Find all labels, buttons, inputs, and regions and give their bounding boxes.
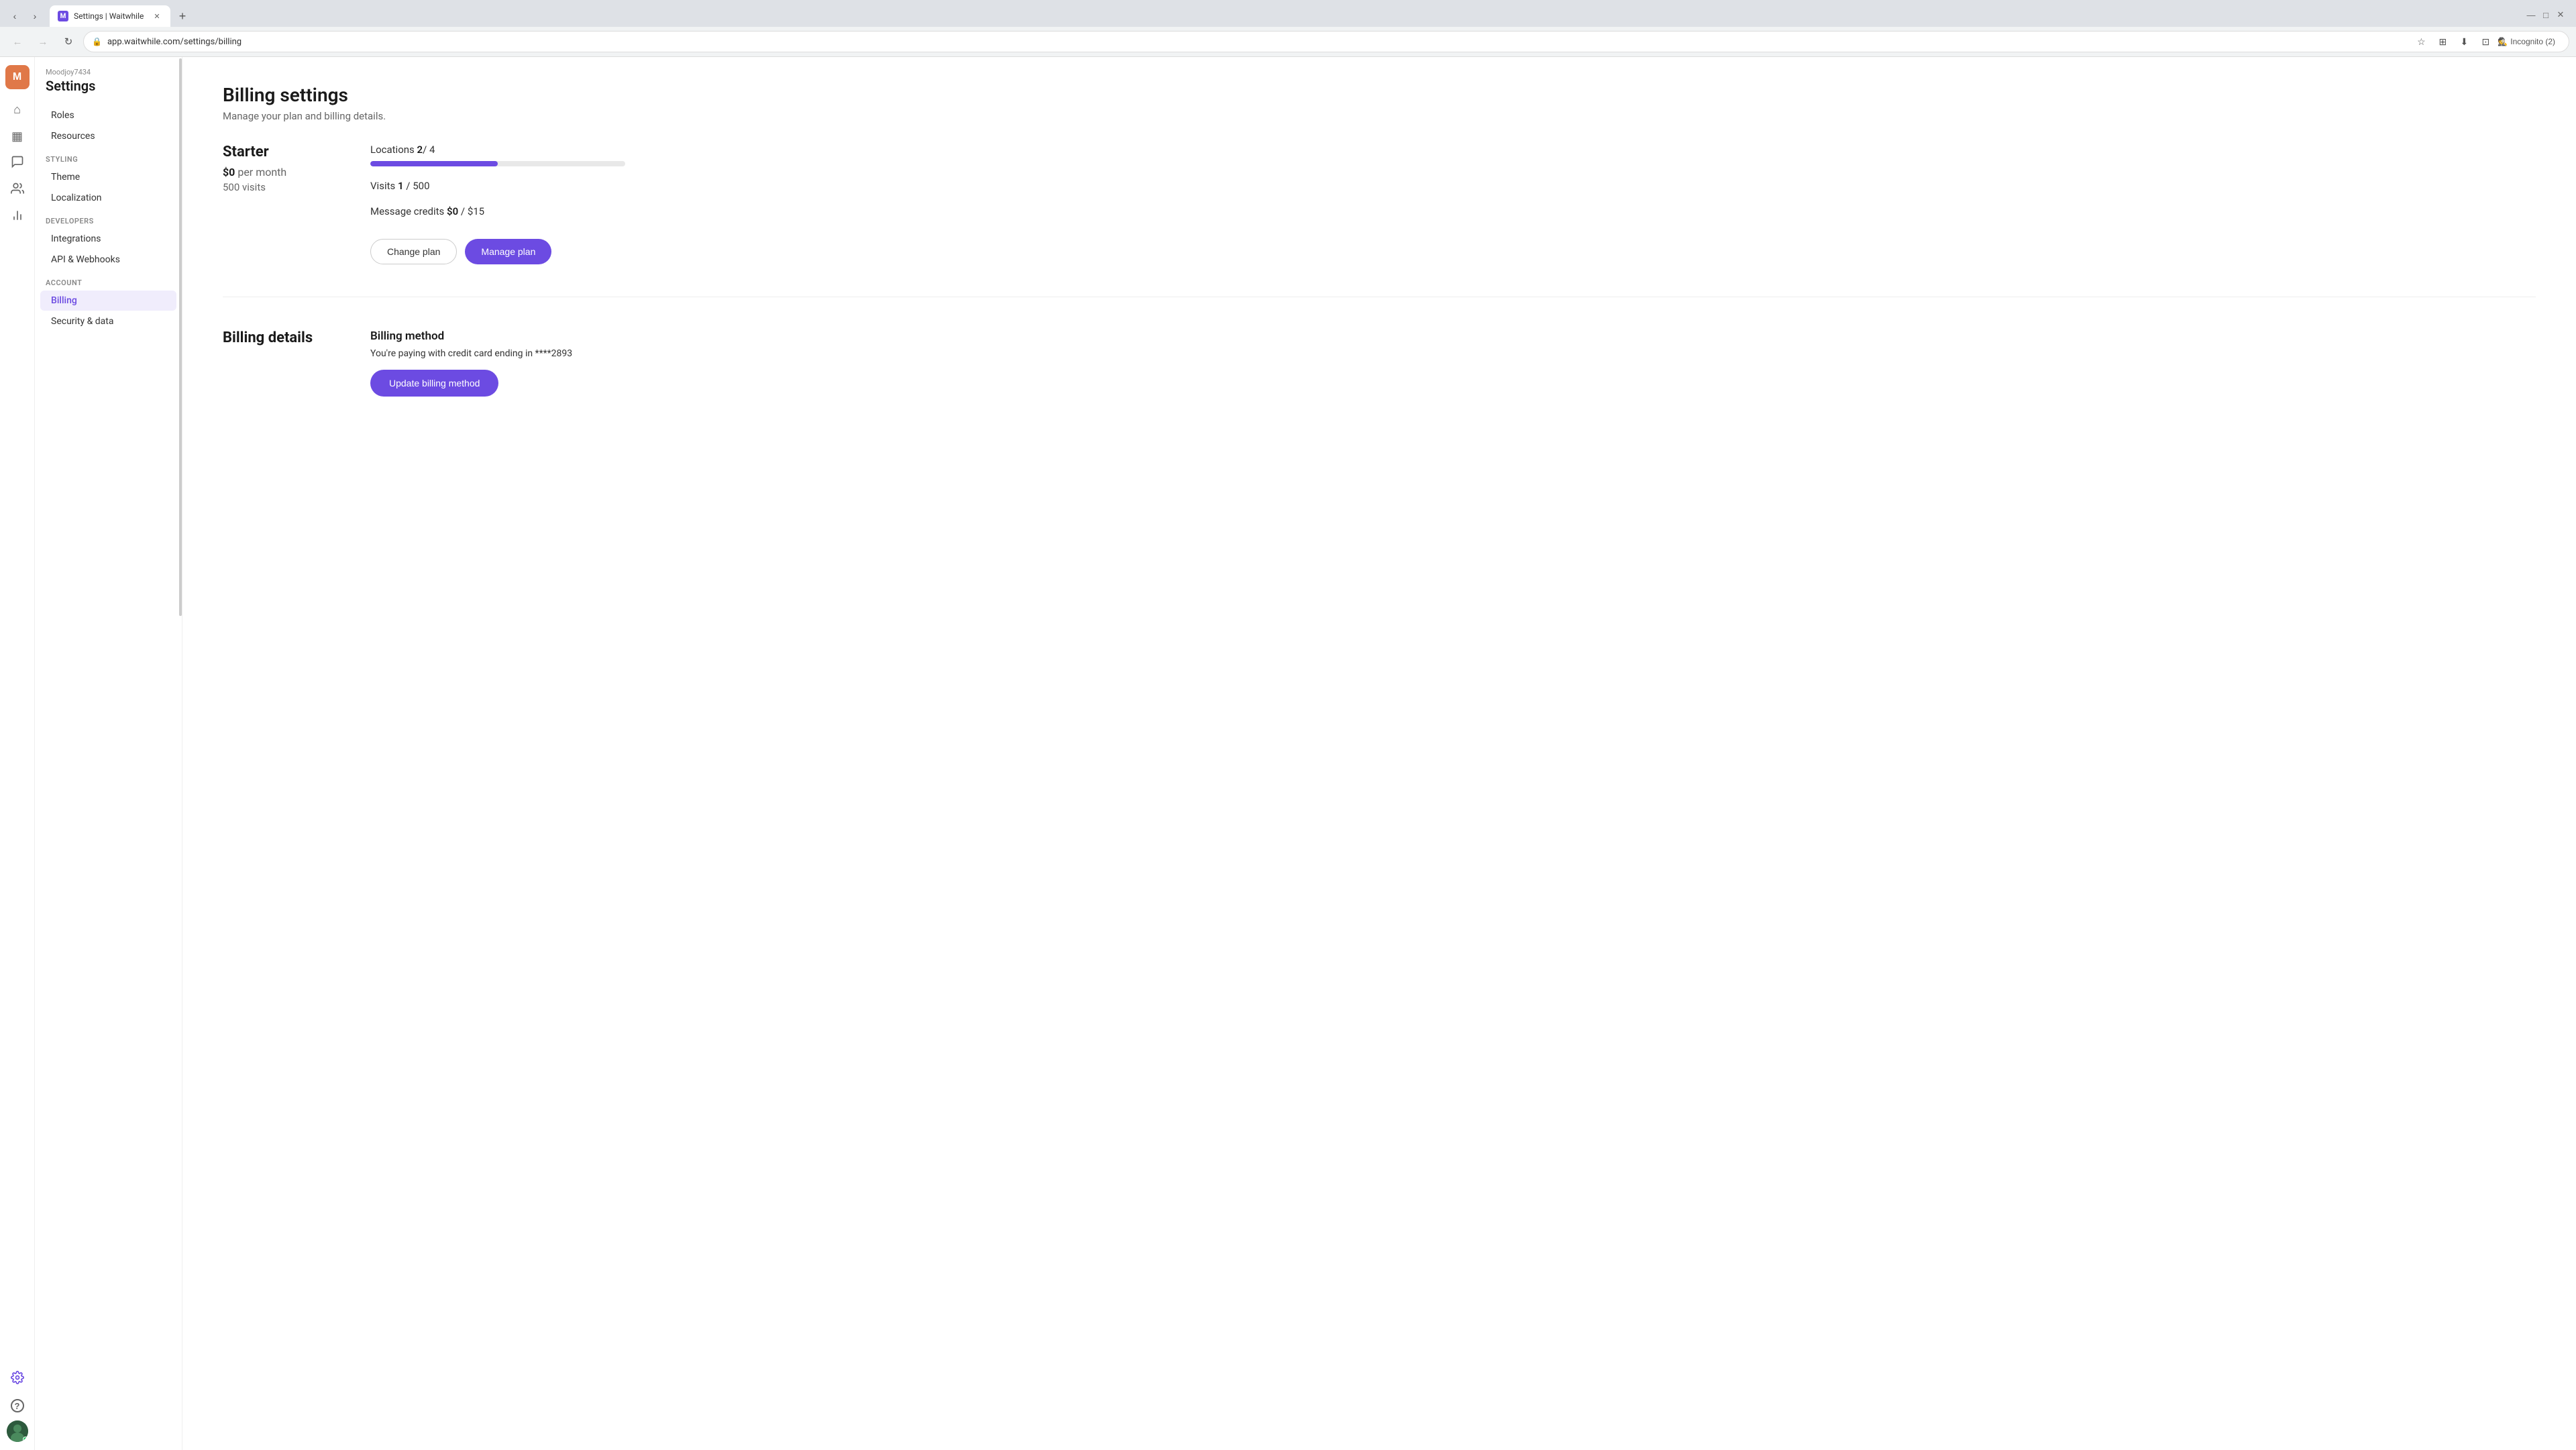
tab-bar: ‹ › M Settings | Waitwhile ✕ + — □ ✕ xyxy=(0,0,2576,27)
visits-label: Visits 1 / 500 xyxy=(370,180,2536,192)
active-tab[interactable]: M Settings | Waitwhile ✕ xyxy=(50,5,170,27)
sidebar-scrollbar-thumb xyxy=(179,58,182,615)
tab-navigation: ‹ › xyxy=(5,7,44,25)
main-content: Billing settings Manage your plan and bi… xyxy=(182,57,2576,1450)
calendar-icon: ▦ xyxy=(11,130,23,144)
address-bar-actions: ☆ ⊞ ⬇ ⊡ 🕵 Incognito (2) xyxy=(2412,32,2561,51)
message-credits-stat: Message credits $0 / $15 xyxy=(370,205,2536,217)
message-credits-label: Message credits $0 / $15 xyxy=(370,205,2536,217)
sidebar-scrollbar[interactable] xyxy=(179,57,182,1450)
url-text: app.waitwhile.com/settings/billing xyxy=(107,37,241,47)
nav-analytics-button[interactable] xyxy=(5,205,30,229)
online-indicator xyxy=(23,1437,28,1442)
sidebar-section-styling: Styling xyxy=(35,147,182,166)
analytics-icon xyxy=(11,209,24,225)
page-header: Billing settings Manage your plan and bi… xyxy=(223,84,2536,122)
sidebar-account-name: Moodjoy7434 xyxy=(46,68,171,76)
sidebar-item-roles[interactable]: Roles xyxy=(40,105,176,125)
billing-method-section: Billing method You're paying with credit… xyxy=(370,329,2536,397)
sidebar-item-api-webhooks[interactable]: API & Webhooks xyxy=(40,250,176,270)
icon-nav: M ⌂ ▦ xyxy=(0,57,35,1450)
nav-chat-button[interactable] xyxy=(5,151,30,175)
plan-info: Starter $0 per month 500 visits xyxy=(223,144,330,264)
sidebar-item-localization[interactable]: Localization xyxy=(40,188,176,208)
forward-button[interactable]: → xyxy=(32,31,54,52)
sidebar-item-integrations[interactable]: Integrations xyxy=(40,229,176,249)
locations-stat: Locations 2/ 4 xyxy=(370,144,2536,166)
sidebar-title: Settings xyxy=(46,78,171,94)
back-button[interactable]: ← xyxy=(7,31,28,52)
plan-price: $0 per month xyxy=(223,166,330,178)
update-billing-method-button[interactable]: Update billing method xyxy=(370,370,498,397)
incognito-label: Incognito (2) xyxy=(2510,37,2555,46)
sidebar-header: Moodjoy7434 Settings xyxy=(35,68,182,105)
sidebar-item-billing[interactable]: Billing xyxy=(40,291,176,311)
locations-progress-bar xyxy=(370,161,625,166)
new-tab-button[interactable]: + xyxy=(173,7,192,25)
sidebar-item-theme[interactable]: Theme xyxy=(40,167,176,187)
address-input[interactable]: 🔒 app.waitwhile.com/settings/billing ☆ ⊞… xyxy=(83,31,2569,52)
plan-name: Starter xyxy=(223,144,330,160)
profile-button[interactable]: ⊡ xyxy=(2476,32,2495,51)
billing-method-title: Billing method xyxy=(370,329,2536,343)
app-layout: M ⌂ ▦ xyxy=(0,57,2576,1450)
sidebar-item-security-data[interactable]: Security & data xyxy=(40,311,176,331)
nav-home-button[interactable]: ⌂ xyxy=(5,97,30,121)
page-subtitle: Manage your plan and billing details. xyxy=(223,110,2536,122)
help-icon: ? xyxy=(11,1399,24,1412)
change-plan-button[interactable]: Change plan xyxy=(370,239,457,264)
page-title: Billing settings xyxy=(223,84,2536,106)
plan-actions: Change plan Manage plan xyxy=(370,239,2536,264)
close-window-button[interactable]: ✕ xyxy=(2556,10,2565,19)
tab-back-button[interactable]: ‹ xyxy=(5,7,24,25)
billing-card: Starter $0 per month 500 visits Location… xyxy=(223,144,2536,297)
plan-visits-included: 500 visits xyxy=(223,181,330,193)
avatar-button[interactable]: M xyxy=(5,65,30,89)
incognito-icon: 🕵 xyxy=(2498,37,2508,46)
minimize-button[interactable]: — xyxy=(2526,10,2536,19)
plan-stats: Locations 2/ 4 Visits 1 / 500 Message cr… xyxy=(370,144,2536,264)
icon-nav-bottom: ? xyxy=(5,1367,30,1442)
billing-method-desc: You're paying with credit card ending in… xyxy=(370,348,2536,359)
chat-icon xyxy=(11,155,24,172)
sidebar-item-resources[interactable]: Resources xyxy=(40,126,176,146)
incognito-badge[interactable]: 🕵 Incognito (2) xyxy=(2498,32,2555,51)
tab-title: Settings | Waitwhile xyxy=(74,11,146,21)
refresh-button[interactable]: ↻ xyxy=(58,31,79,52)
lock-icon: 🔒 xyxy=(92,37,102,46)
manage-plan-button[interactable]: Manage plan xyxy=(465,239,551,264)
tab-close-button[interactable]: ✕ xyxy=(152,11,162,21)
tab-forward-button[interactable]: › xyxy=(25,7,44,25)
billing-details-label: Billing details xyxy=(223,329,330,397)
team-icon xyxy=(11,182,24,199)
user-avatar[interactable] xyxy=(7,1420,28,1442)
home-icon: ⌂ xyxy=(13,103,21,117)
locations-progress-fill xyxy=(370,161,498,166)
maximize-button[interactable]: □ xyxy=(2541,10,2551,19)
extensions-button[interactable]: ⊞ xyxy=(2433,32,2452,51)
download-button[interactable]: ⬇ xyxy=(2455,32,2473,51)
browser-chrome: ‹ › M Settings | Waitwhile ✕ + — □ ✕ ← →… xyxy=(0,0,2576,57)
nav-team-button[interactable] xyxy=(5,178,30,202)
sidebar: Moodjoy7434 Settings Roles Resources Sty… xyxy=(35,57,182,1450)
window-controls: — □ ✕ xyxy=(2526,10,2571,22)
sidebar-section-account: Account xyxy=(35,270,182,290)
nav-calendar-button[interactable]: ▦ xyxy=(5,124,30,148)
settings-icon xyxy=(11,1371,24,1388)
nav-settings-button[interactable] xyxy=(5,1367,30,1391)
locations-label: Locations 2/ 4 xyxy=(370,144,2536,156)
address-bar-row: ← → ↻ 🔒 app.waitwhile.com/settings/billi… xyxy=(0,27,2576,56)
bookmark-button[interactable]: ☆ xyxy=(2412,32,2430,51)
tab-favicon: M xyxy=(58,11,68,21)
sidebar-section-developers: Developers xyxy=(35,209,182,228)
nav-help-button[interactable]: ? xyxy=(5,1394,30,1418)
visits-stat: Visits 1 / 500 xyxy=(370,180,2536,192)
billing-details: Billing details Billing method You're pa… xyxy=(223,329,2536,397)
